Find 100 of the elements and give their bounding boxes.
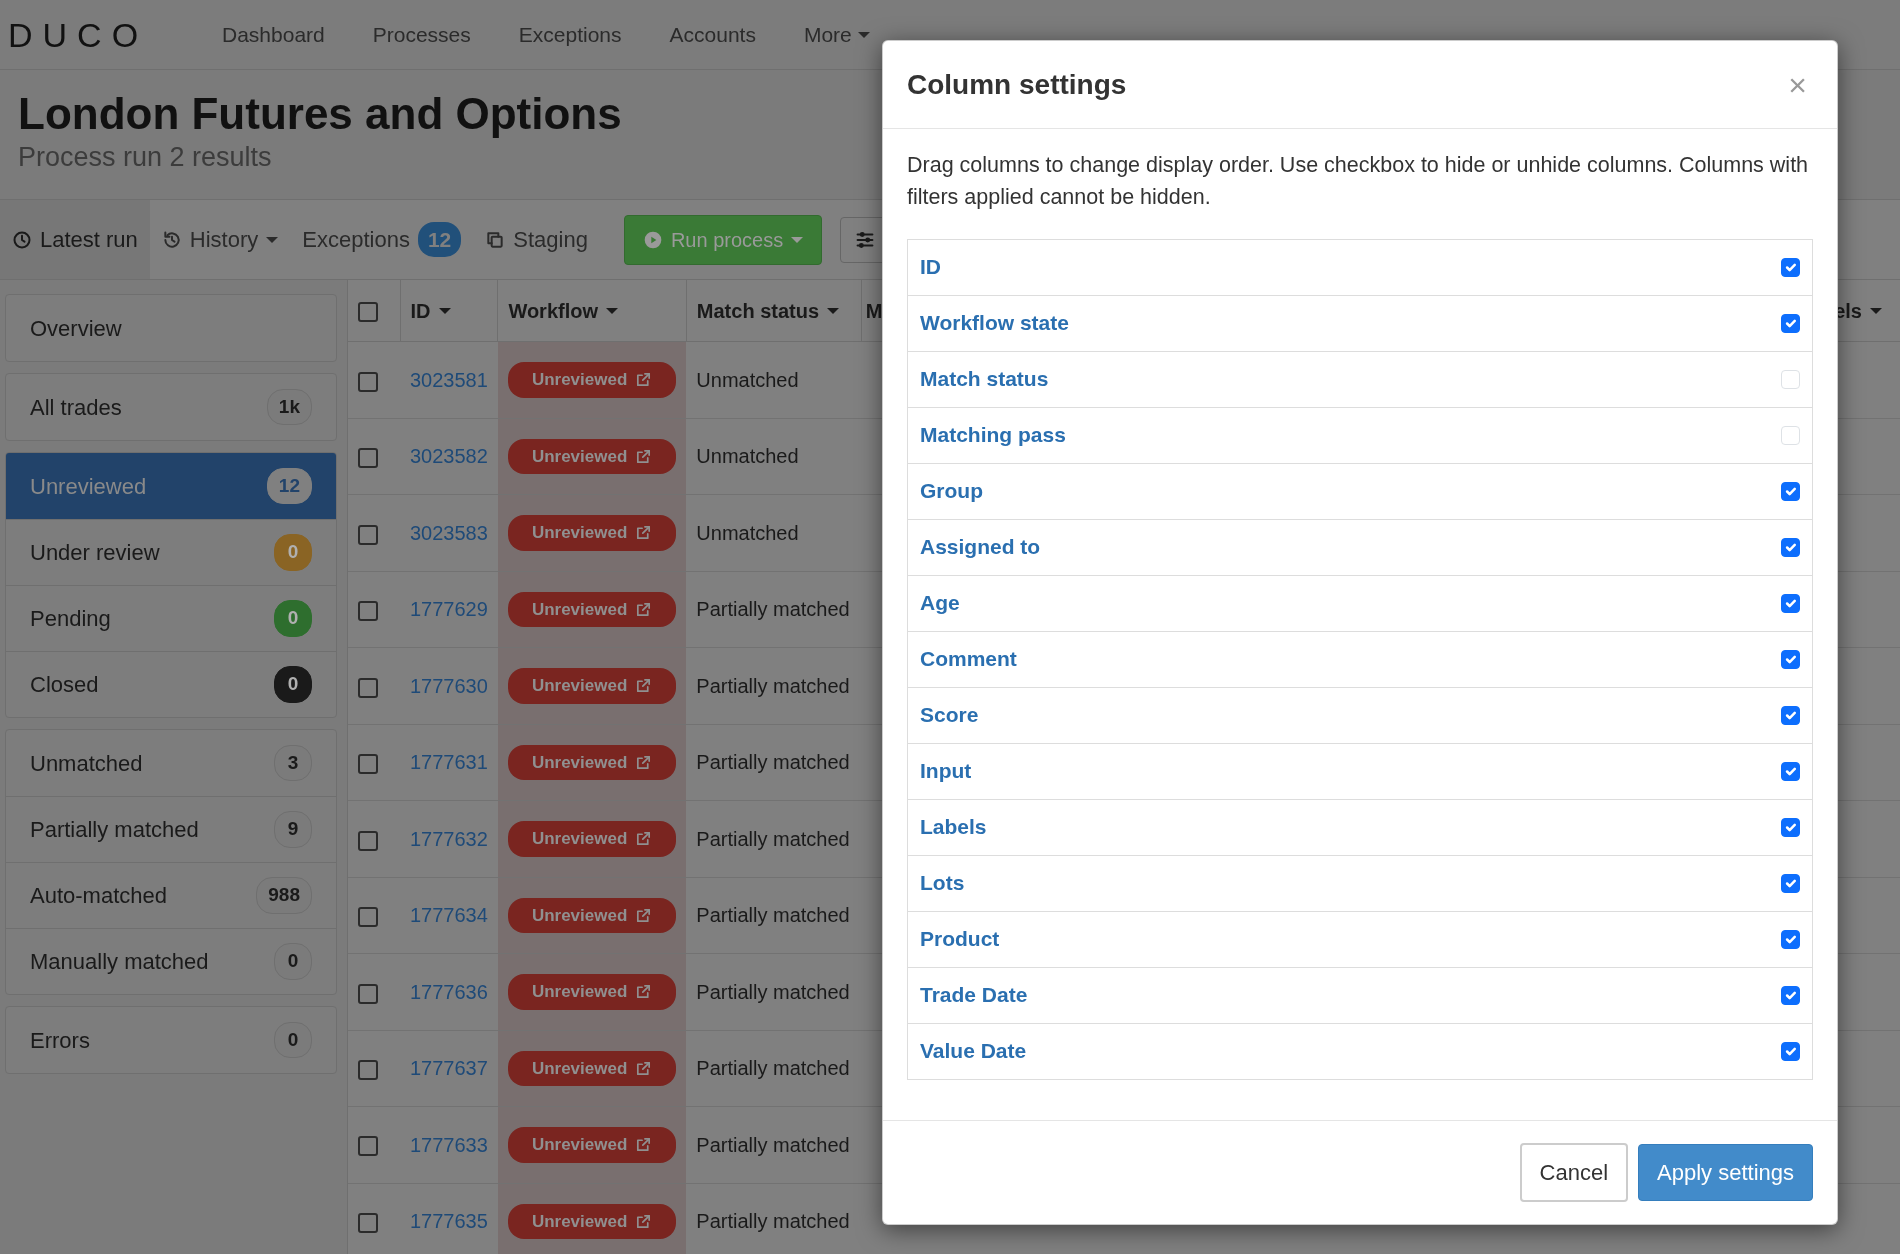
workflow-badge[interactable]: Unreviewed	[507, 1050, 677, 1086]
column-option[interactable]: Matching pass	[907, 406, 1813, 464]
sidebar-item[interactable]: Errors 0	[6, 1007, 336, 1073]
caret-icon	[1870, 307, 1882, 314]
column-option[interactable]: Score	[907, 686, 1813, 744]
sidebar-item[interactable]: Pending 0	[6, 585, 336, 651]
column-label: Input	[920, 758, 972, 785]
column-option[interactable]: Group	[907, 462, 1813, 520]
visibility-checkbox[interactable]	[1781, 985, 1800, 1005]
workflow-badge[interactable]: Unreviewed	[507, 744, 677, 781]
column-option[interactable]: ID	[907, 238, 1813, 296]
table-cell: Partially matched	[686, 877, 862, 954]
id-link[interactable]: 1777630	[410, 674, 488, 697]
row-checkbox[interactable]	[358, 448, 378, 469]
workflow-badge[interactable]: Unreviewed	[507, 591, 677, 628]
visibility-checkbox[interactable]	[1781, 593, 1800, 613]
id-link[interactable]: 3023583	[410, 521, 488, 544]
column-option[interactable]: Trade Date	[907, 966, 1813, 1024]
visibility-checkbox[interactable]	[1781, 537, 1800, 557]
id-link[interactable]: 1777632	[410, 827, 488, 850]
id-link[interactable]: 3023581	[410, 368, 488, 391]
sidebar-item[interactable]: Under review 0	[6, 519, 336, 585]
column-option[interactable]: Age	[907, 574, 1813, 632]
row-checkbox[interactable]	[358, 524, 378, 545]
tab[interactable]: History	[149, 200, 291, 279]
workflow-badge[interactable]: Unreviewed	[507, 897, 677, 934]
tab[interactable]: Staging	[473, 200, 600, 279]
visibility-checkbox[interactable]	[1781, 929, 1800, 949]
column-option[interactable]: Product	[907, 910, 1813, 968]
id-link[interactable]: 1777629	[410, 598, 488, 621]
select-all-checkbox[interactable]	[358, 302, 378, 323]
apply-button[interactable]: Apply settings	[1638, 1144, 1813, 1201]
workflow-badge[interactable]: Unreviewed	[507, 362, 677, 398]
row-checkbox[interactable]	[358, 830, 378, 851]
column-option[interactable]: Comment	[907, 630, 1813, 688]
visibility-checkbox[interactable]	[1781, 481, 1800, 501]
nav-link[interactable]: Processes	[348, 18, 495, 51]
cancel-button[interactable]: Cancel	[1519, 1143, 1629, 1202]
column-option[interactable]: Value Date	[907, 1022, 1813, 1080]
sidebar-item[interactable]: All trades 1k	[6, 374, 336, 440]
column-option[interactable]: Input	[907, 742, 1813, 800]
id-link[interactable]: 1777633	[410, 1133, 488, 1156]
nav-link[interactable]: More	[779, 18, 894, 51]
sidebar-item[interactable]: Unmatched 3	[6, 730, 336, 796]
workflow-badge[interactable]: Unreviewed	[507, 1127, 677, 1163]
row-checkbox[interactable]	[358, 601, 378, 622]
column-option[interactable]: Match status	[907, 350, 1813, 408]
visibility-checkbox[interactable]	[1781, 1041, 1800, 1061]
table-cell: Partially matched	[686, 1183, 862, 1254]
column-option[interactable]: Lots	[907, 854, 1813, 912]
row-checkbox[interactable]	[358, 754, 378, 775]
workflow-badge[interactable]: Unreviewed	[507, 515, 677, 551]
logo[interactable]: DUCO	[8, 17, 198, 52]
nav-link[interactable]: Accounts	[645, 18, 780, 51]
column-label: Lots	[920, 870, 965, 897]
column-header[interactable]: M	[865, 295, 883, 326]
column-header[interactable]: Workflow	[508, 295, 618, 326]
id-link[interactable]: 1777631	[410, 751, 488, 774]
id-link[interactable]: 1777636	[410, 980, 488, 1003]
sidebar-item[interactable]: Partially matched 9	[6, 796, 336, 862]
row-checkbox[interactable]	[358, 1060, 378, 1080]
workflow-badge[interactable]: Unreviewed	[507, 438, 677, 475]
visibility-checkbox[interactable]	[1781, 649, 1800, 669]
visibility-checkbox[interactable]	[1781, 761, 1800, 781]
visibility-checkbox[interactable]	[1781, 817, 1800, 837]
id-link[interactable]: 1777634	[410, 904, 488, 927]
row-checkbox[interactable]	[358, 677, 378, 698]
column-option[interactable]: Workflow state	[907, 294, 1813, 352]
column-option[interactable]: Labels	[907, 798, 1813, 856]
workflow-badge[interactable]: Unreviewed	[507, 1203, 677, 1239]
external-link-icon	[635, 600, 653, 618]
visibility-checkbox[interactable]	[1781, 313, 1800, 333]
column-header[interactable]: ID	[410, 295, 451, 326]
sidebar-item[interactable]: Unreviewed 12	[6, 453, 336, 519]
run-process-button[interactable]: Run process	[623, 214, 823, 265]
tab[interactable]: Exceptions 12	[290, 200, 474, 279]
column-option[interactable]: Assigned to	[907, 518, 1813, 576]
workflow-badge[interactable]: Unreviewed	[507, 668, 677, 704]
visibility-checkbox[interactable]	[1781, 873, 1800, 893]
sidebar-item[interactable]: Auto-matched 988	[6, 862, 336, 928]
row-checkbox[interactable]	[358, 907, 378, 927]
visibility-checkbox[interactable]	[1781, 257, 1800, 277]
row-checkbox[interactable]	[358, 1212, 378, 1233]
id-link[interactable]: 3023582	[410, 445, 488, 468]
column-header[interactable]: Match status	[696, 295, 840, 326]
row-checkbox[interactable]	[358, 983, 378, 1004]
workflow-badge[interactable]: Unreviewed	[507, 974, 677, 1010]
nav-link[interactable]: Exceptions	[494, 18, 646, 51]
sidebar-item[interactable]: Overview	[6, 295, 336, 361]
close-button[interactable]: ×	[1782, 67, 1813, 102]
row-checkbox[interactable]	[358, 371, 378, 392]
sidebar-item[interactable]: Manually matched 0	[6, 928, 336, 994]
id-link[interactable]: 1777635	[410, 1210, 488, 1233]
id-link[interactable]: 1777637	[410, 1057, 488, 1080]
visibility-checkbox[interactable]	[1781, 705, 1800, 725]
workflow-badge[interactable]: Unreviewed	[507, 821, 677, 857]
row-checkbox[interactable]	[358, 1136, 378, 1157]
nav-link[interactable]: Dashboard	[198, 18, 349, 51]
sidebar-item[interactable]: Closed 0	[6, 651, 336, 717]
tab[interactable]: Latest run	[0, 200, 150, 279]
